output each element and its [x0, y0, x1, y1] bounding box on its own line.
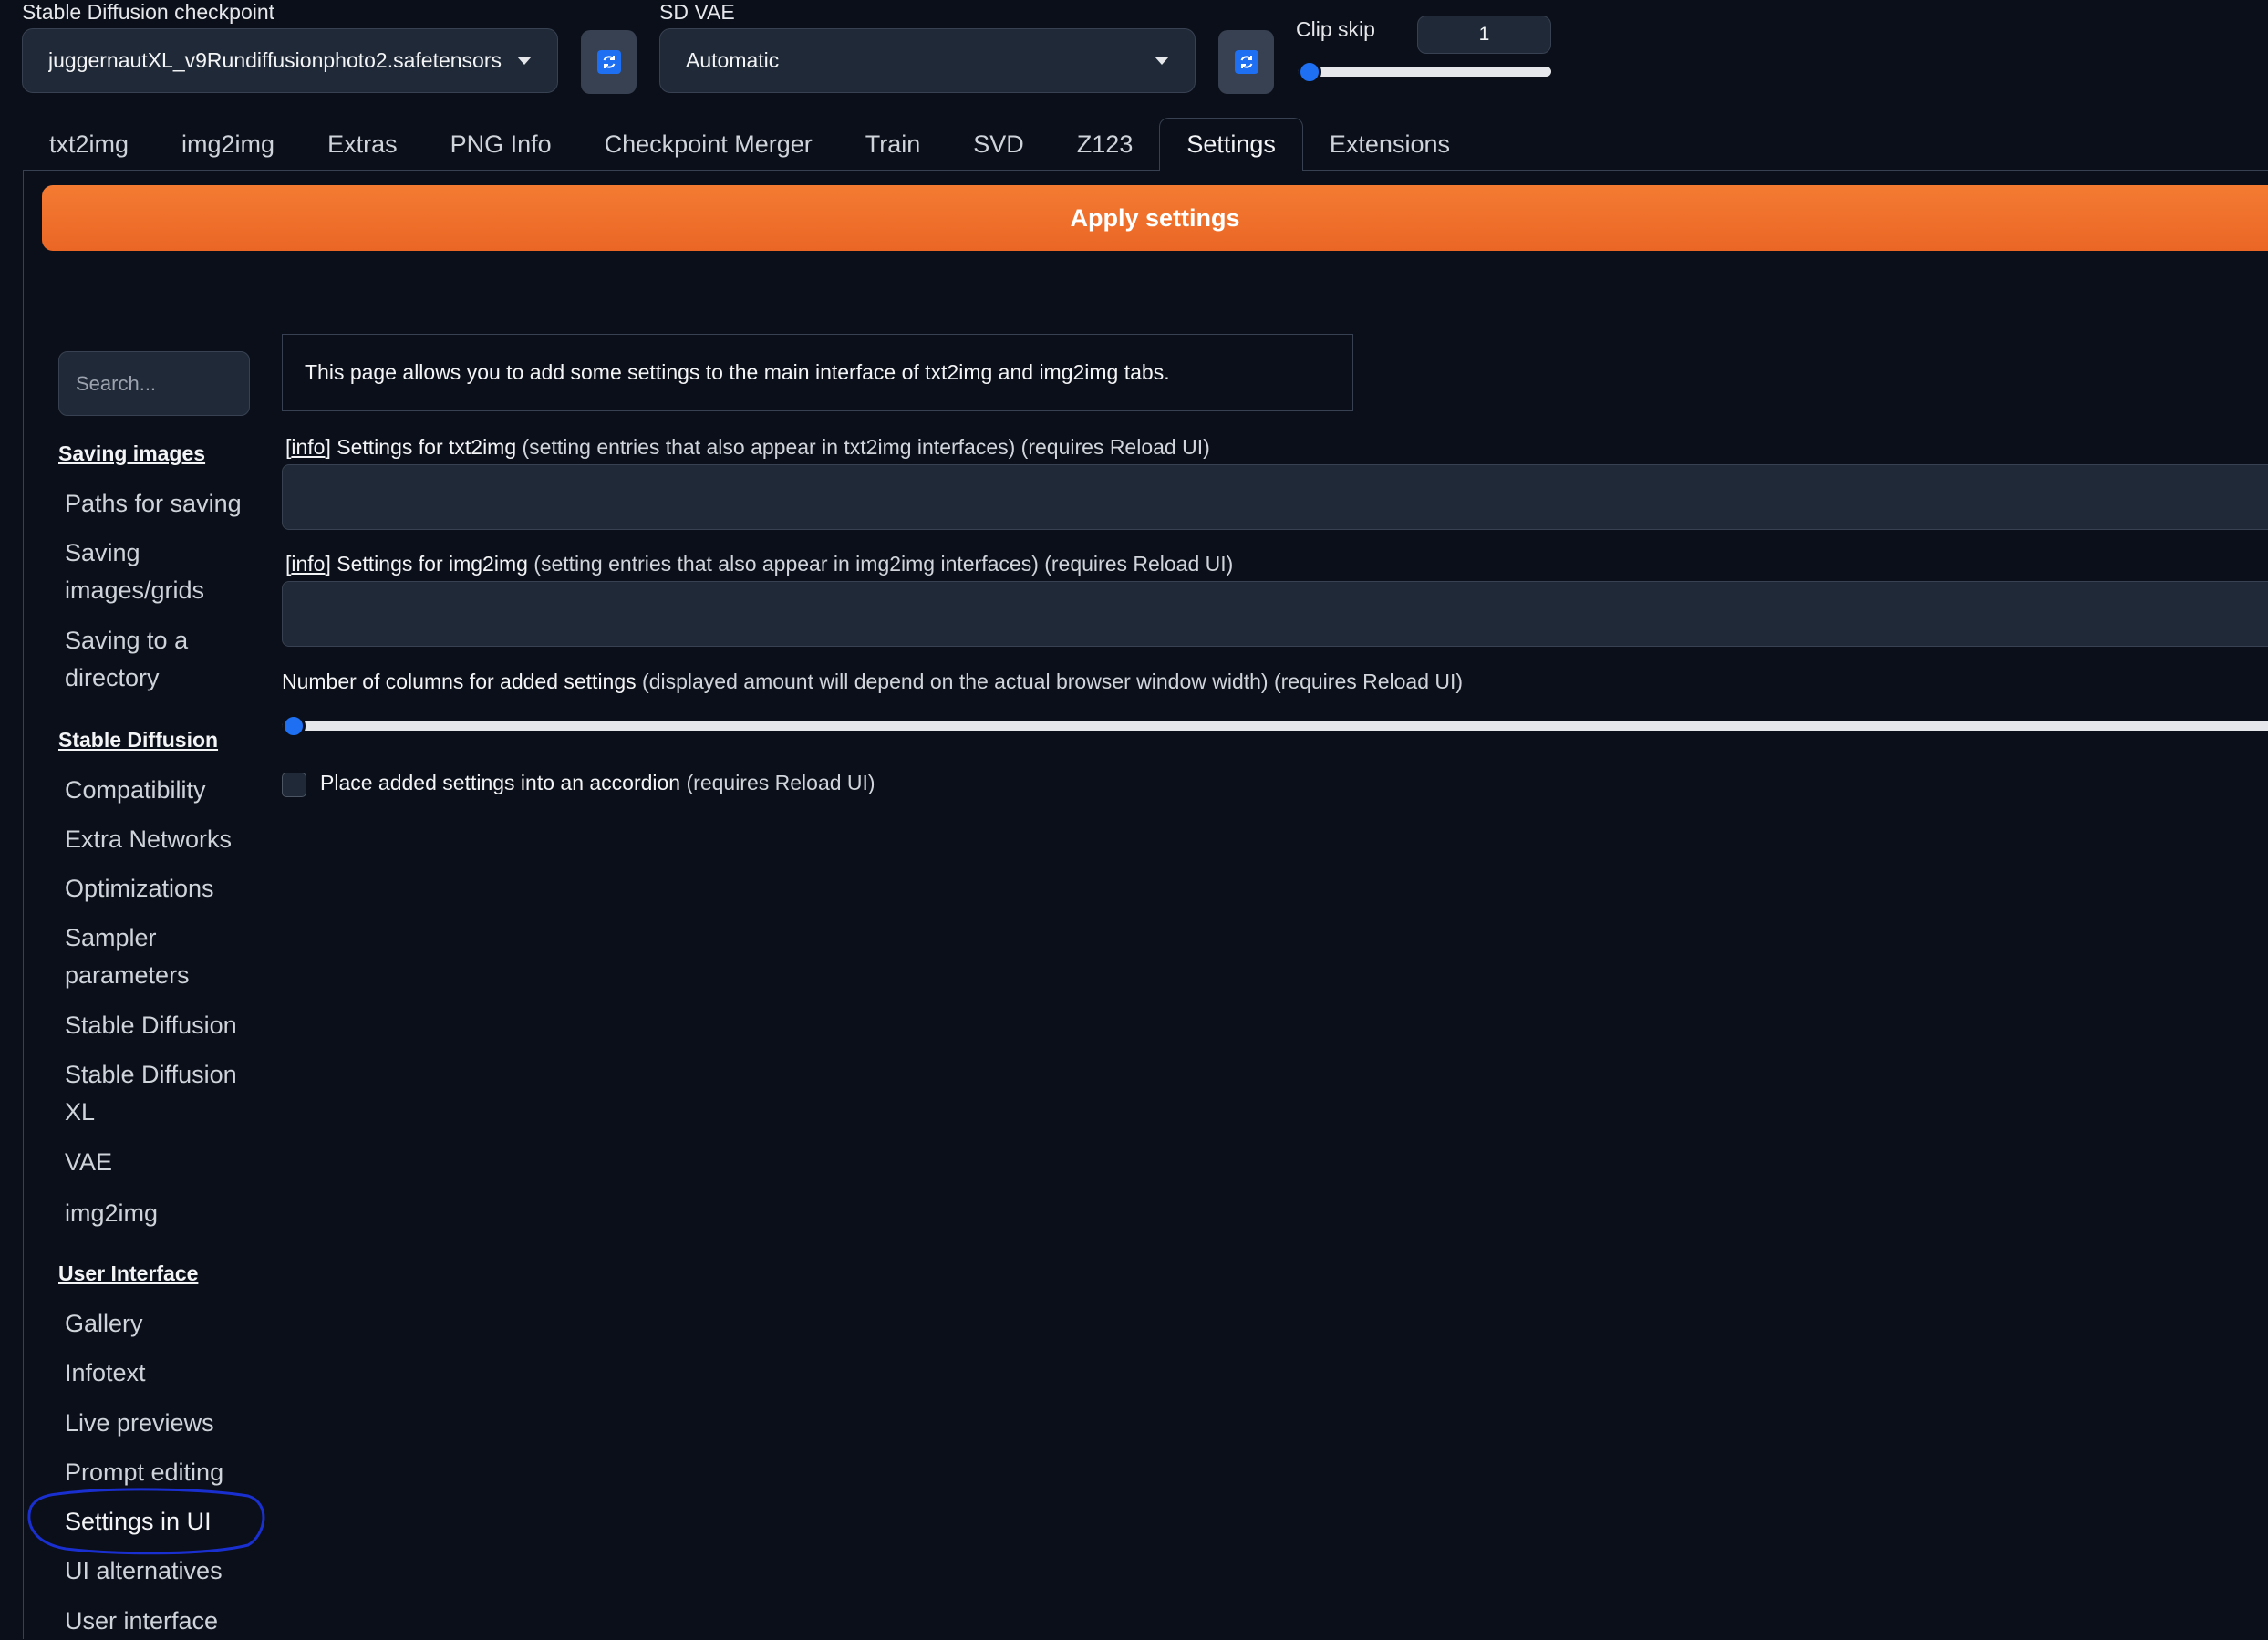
sidebar-item-extra-networks[interactable]: Extra Networks [65, 821, 247, 858]
sidebar-item-saving-to-directory[interactable]: Saving to a directory [65, 622, 211, 697]
columns-name: Number of columns for added settings [282, 669, 637, 693]
img2img-settings-name: Settings for img2img [337, 552, 528, 576]
txt2img-settings-label: [info] Settings for txt2img (setting ent… [285, 435, 1210, 459]
vae-dropdown[interactable]: Automatic [659, 28, 1196, 93]
tab-settings[interactable]: Settings [1159, 118, 1303, 171]
apply-settings-button[interactable]: Apply settings [42, 185, 2268, 251]
tab-divider [23, 170, 2268, 171]
sidebar-item-compatibility[interactable]: Compatibility [65, 772, 247, 809]
sidebar-item-gallery[interactable]: Gallery [65, 1305, 247, 1343]
checkpoint-value: juggernautXL_v9Rundiffusionphoto2.safete… [48, 48, 502, 72]
accordion-name: Place added settings into an accordion [320, 771, 681, 794]
clip-skip-slider-thumb[interactable] [1298, 60, 1321, 84]
vae-value: Automatic [686, 48, 780, 72]
settings-info-box: This page allows you to add some setting… [282, 334, 1353, 411]
tab-z123[interactable]: Z123 [1051, 119, 1160, 171]
sidebar-item-vae[interactable]: VAE [65, 1144, 247, 1181]
sidebar-item-paths-for-saving[interactable]: Paths for saving [65, 485, 247, 523]
img2img-settings-label: [info] Settings for img2img (setting ent… [285, 552, 1234, 576]
refresh-icon [1234, 50, 1258, 74]
columns-slider-thumb[interactable] [282, 714, 306, 738]
settings-search-input[interactable]: Search... [58, 351, 250, 416]
tab-checkpoint-merger[interactable]: Checkpoint Merger [578, 119, 839, 171]
accordion-label: Place added settings into an accordion (… [320, 771, 875, 795]
columns-slider-track[interactable] [282, 721, 2268, 731]
clip-skip-slider-track[interactable] [1298, 67, 1551, 77]
tab-extras[interactable]: Extras [301, 119, 424, 171]
txt2img-settings-name: Settings for txt2img [337, 435, 517, 459]
img2img-settings-hint: (setting entries that also appear in img… [533, 552, 1234, 576]
sidebar-item-live-previews[interactable]: Live previews [65, 1405, 247, 1442]
sidebar-item-optimizations[interactable]: Optimizations [65, 870, 247, 908]
sidebar-item-stable-diffusion-xl[interactable]: Stable Diffusion XL [65, 1056, 247, 1131]
chevron-down-icon [517, 57, 532, 65]
accordion-hint: (requires Reload UI) [686, 771, 875, 794]
checkpoint-dropdown[interactable]: juggernautXL_v9Rundiffusionphoto2.safete… [22, 28, 558, 93]
sidebar-item-user-interface[interactable]: User interface [65, 1603, 247, 1640]
tab-png-info[interactable]: PNG Info [424, 119, 578, 171]
sidebar-item-saving-images-grids[interactable]: Saving images/grids [65, 535, 229, 609]
img2img-settings-field[interactable] [282, 581, 2268, 647]
highlight-annotation [27, 1488, 265, 1555]
sidebar-item-stable-diffusion[interactable]: Stable Diffusion [65, 1007, 247, 1044]
tab-train[interactable]: Train [839, 119, 948, 171]
clip-skip-label: Clip skip [1296, 17, 1375, 41]
accordion-checkbox[interactable] [282, 773, 306, 797]
category-stable-diffusion[interactable]: Stable Diffusion [58, 728, 218, 753]
txt2img-info-link[interactable]: info [291, 435, 325, 459]
clip-skip-input[interactable]: 1 [1417, 16, 1551, 54]
tab-svd[interactable]: SVD [947, 119, 1051, 171]
sidebar-item-img2img[interactable]: img2img [65, 1195, 247, 1232]
refresh-vae-button[interactable] [1218, 30, 1274, 94]
panel-border [23, 170, 24, 1639]
main-tabs: txt2img img2img Extras PNG Info Checkpoi… [23, 118, 1476, 171]
vae-label: SD VAE [659, 0, 735, 24]
tab-extensions[interactable]: Extensions [1303, 119, 1476, 171]
category-saving-images[interactable]: Saving images [58, 441, 205, 466]
sidebar-item-infotext[interactable]: Infotext [65, 1355, 247, 1392]
columns-label: Number of columns for added settings (di… [282, 669, 1463, 694]
sidebar-item-prompt-editing[interactable]: Prompt editing [65, 1454, 247, 1491]
refresh-checkpoint-button[interactable] [581, 30, 637, 94]
checkpoint-label: Stable Diffusion checkpoint [22, 0, 275, 24]
refresh-icon [596, 50, 621, 74]
category-user-interface[interactable]: User Interface [58, 1261, 198, 1286]
txt2img-settings-field[interactable] [282, 464, 2268, 530]
tab-img2img[interactable]: img2img [155, 119, 301, 171]
img2img-info-link[interactable]: info [291, 552, 325, 576]
sidebar-item-sampler-parameters[interactable]: Sampler parameters [65, 919, 202, 994]
chevron-down-icon [1155, 57, 1169, 65]
tab-txt2img[interactable]: txt2img [23, 119, 155, 171]
columns-hint: (displayed amount will depend on the act… [642, 669, 1464, 693]
txt2img-settings-hint: (setting entries that also appear in txt… [522, 435, 1210, 459]
